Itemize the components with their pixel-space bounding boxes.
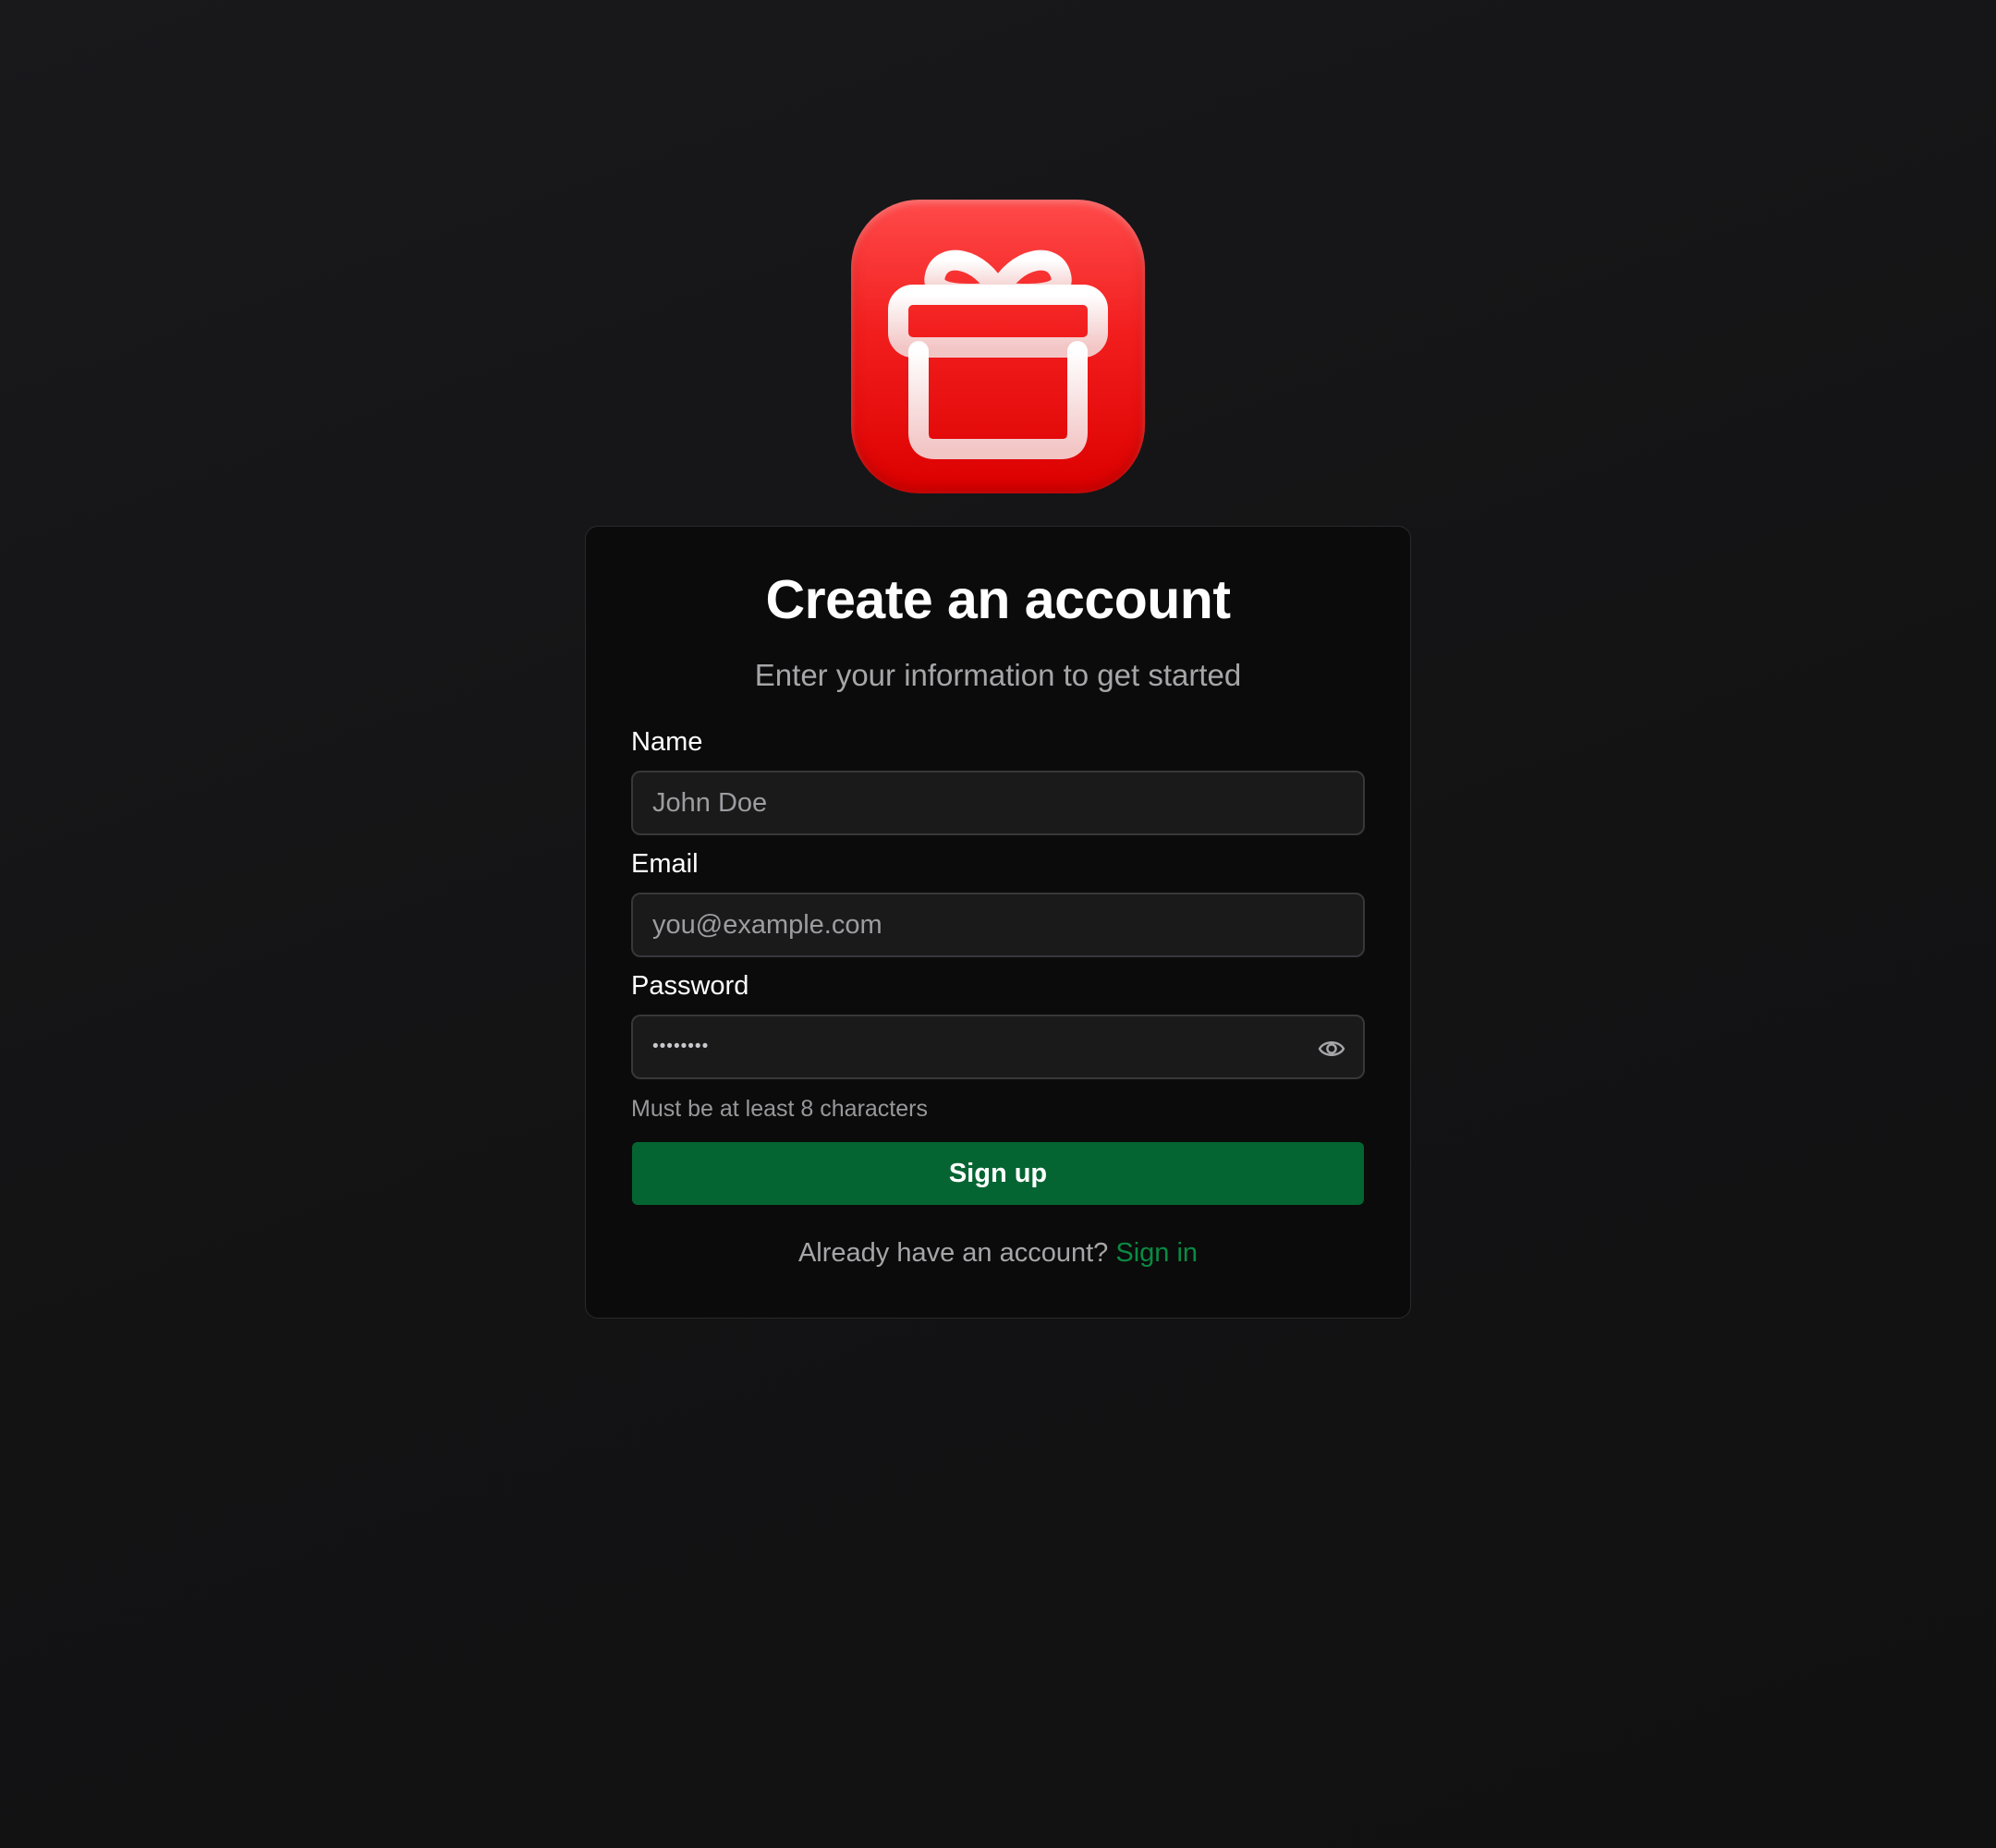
password-hint: Must be at least 8 characters xyxy=(631,1096,928,1122)
eye-icon[interactable] xyxy=(1317,1034,1346,1064)
name-placeholder: John Doe xyxy=(652,788,768,818)
name-label: Name xyxy=(631,727,703,757)
page-subtitle: Enter your information to get started xyxy=(754,658,1242,692)
sign-up-button[interactable]: Sign up xyxy=(632,1142,1364,1205)
signin-prompt-text: Already have an account? xyxy=(797,1238,1109,1268)
page-title: Create an account xyxy=(765,569,1232,630)
password-masked-value: •••••••• xyxy=(652,1037,710,1056)
app-logo xyxy=(851,200,1145,493)
email-input[interactable]: you@example.com xyxy=(631,893,1365,957)
email-label: Email xyxy=(631,849,699,879)
sign-in-link[interactable]: Sign in xyxy=(1115,1238,1198,1268)
email-placeholder: you@example.com xyxy=(652,910,882,940)
gift-icon xyxy=(888,249,1108,459)
name-input[interactable]: John Doe xyxy=(631,771,1365,835)
password-label: Password xyxy=(631,971,749,1001)
password-input[interactable]: •••••••• xyxy=(631,1015,1365,1079)
signin-prompt: Already have an account? Sign in xyxy=(0,1238,1996,1269)
